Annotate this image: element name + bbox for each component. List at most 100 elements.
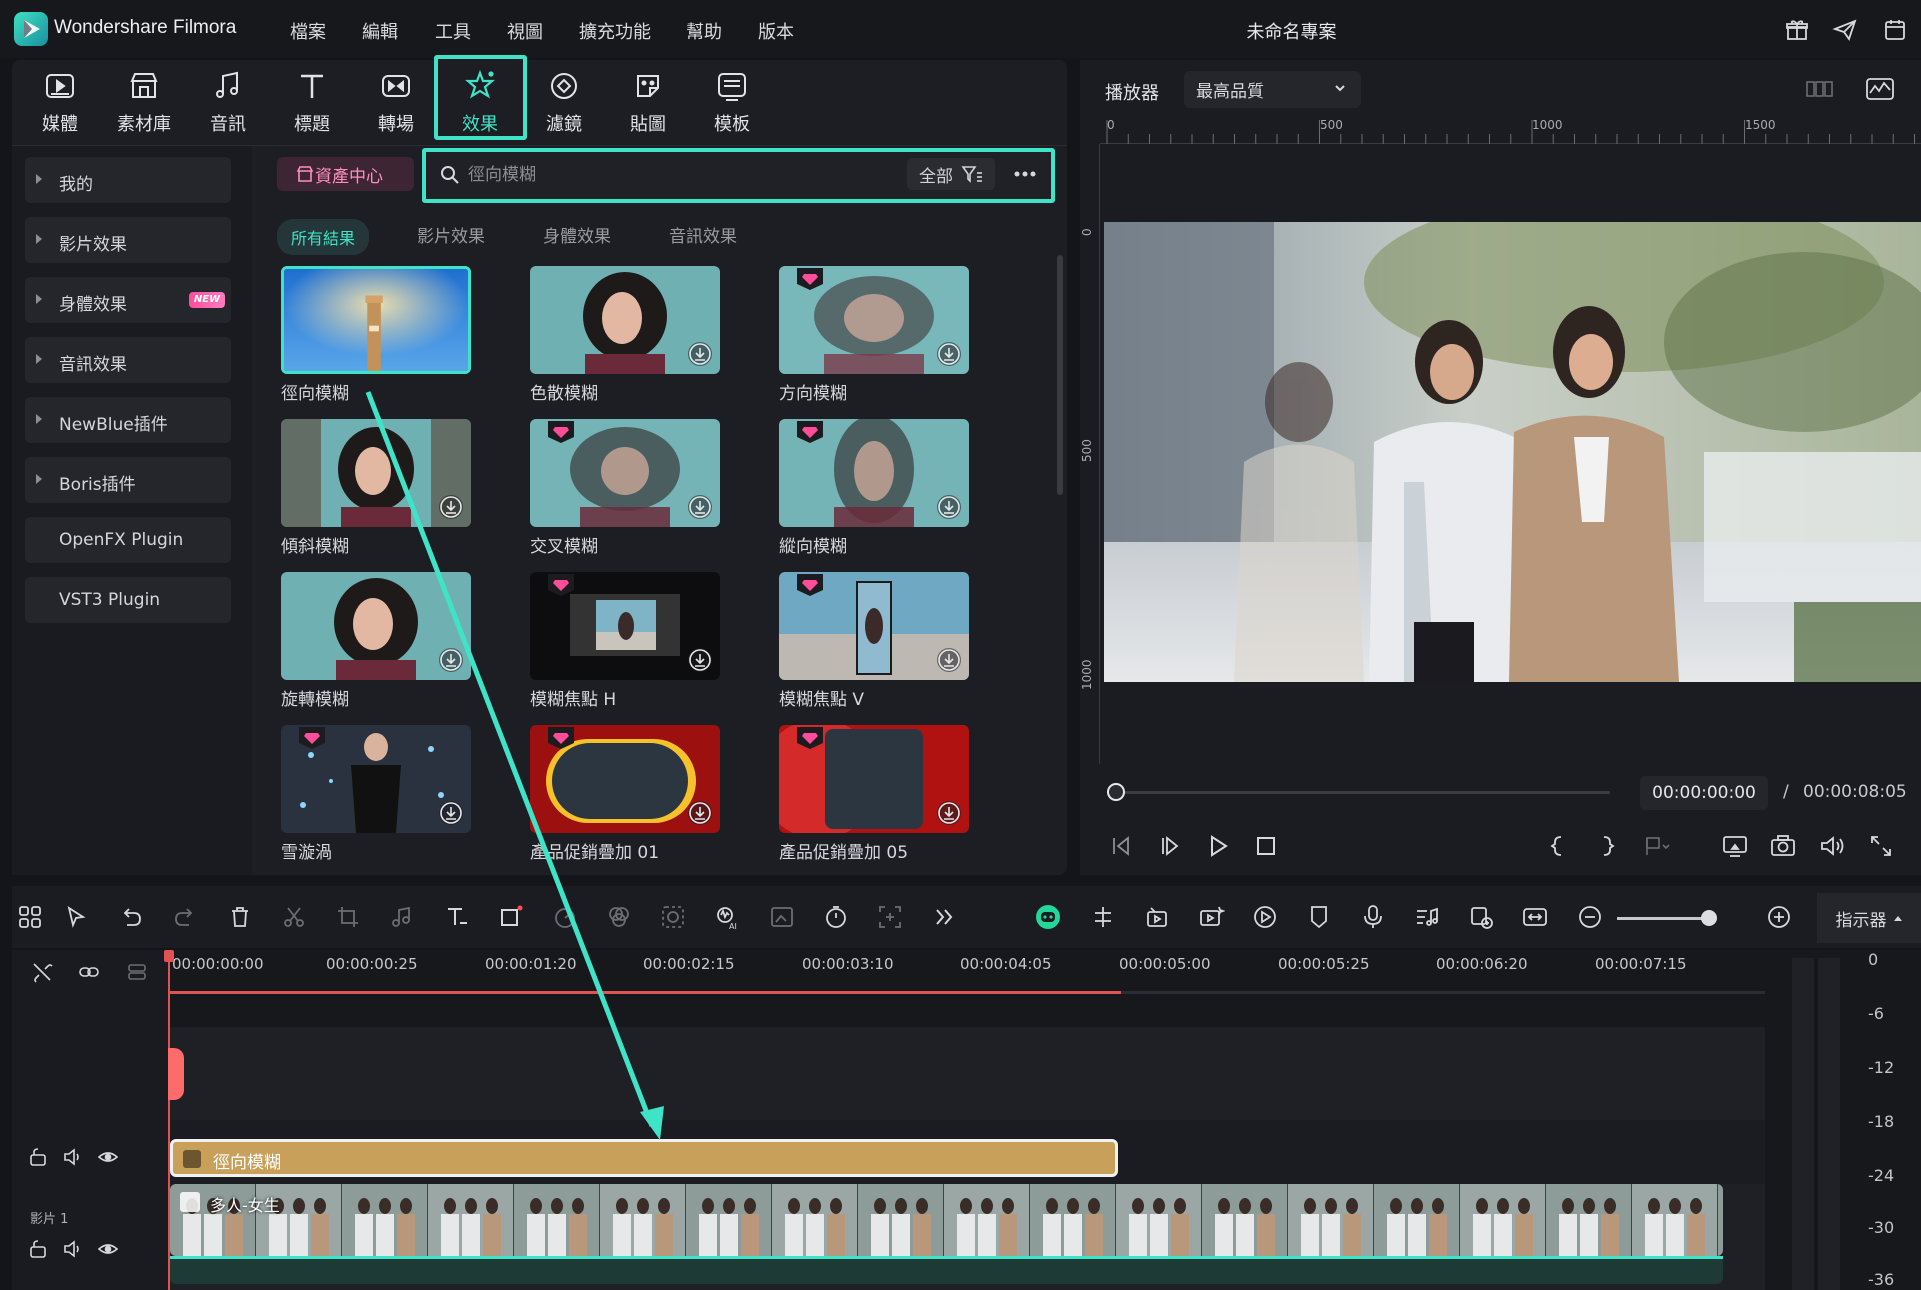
zoom-slider-handle[interactable] — [1701, 910, 1717, 926]
tab-stock[interactable]: 素材庫 — [104, 60, 184, 140]
tab-filters[interactable]: 濾鏡 — [524, 60, 604, 140]
menu-tools[interactable]: 工具 — [435, 18, 471, 44]
filter-button[interactable]: 全部 — [907, 158, 995, 190]
more-options-icon[interactable] — [1010, 159, 1040, 189]
audio-edit-icon[interactable] — [388, 903, 416, 931]
lock-icon[interactable] — [27, 1238, 49, 1260]
playhead-handle[interactable] — [164, 950, 174, 962]
subtab-audio-effects[interactable]: 音訊效果 — [669, 222, 737, 247]
eye-icon[interactable] — [97, 1146, 119, 1168]
zoom-out-icon[interactable] — [1576, 903, 1604, 931]
download-icon[interactable] — [937, 801, 961, 825]
tab-audio[interactable]: 音訊 — [188, 60, 268, 140]
layout-icon[interactable] — [16, 903, 44, 931]
effect-card-directional-blur[interactable] — [779, 266, 969, 374]
indicator-dropdown[interactable]: 指示器 — [1817, 893, 1921, 943]
tab-transitions[interactable]: 轉場 — [356, 60, 436, 140]
track-manager-icon[interactable] — [1467, 903, 1495, 931]
current-timecode[interactable]: 00:00:00:00 — [1640, 776, 1768, 810]
zoom-in-icon[interactable] — [1765, 903, 1793, 931]
menu-view[interactable]: 視圖 — [507, 18, 543, 44]
microphone-icon[interactable] — [1359, 903, 1387, 931]
library-scrollbar[interactable] — [1057, 255, 1063, 495]
menu-edit[interactable]: 編輯 — [362, 18, 398, 44]
snapshot-icon[interactable] — [1768, 831, 1798, 861]
eye-icon[interactable] — [97, 1238, 119, 1260]
download-icon[interactable] — [937, 495, 961, 519]
undo-icon[interactable] — [117, 903, 145, 931]
playhead-tab[interactable] — [168, 1048, 184, 1100]
text-tool-icon[interactable] — [443, 903, 471, 931]
video-clip-audio[interactable] — [170, 1256, 1723, 1284]
audio-mixer-icon[interactable] — [1413, 903, 1441, 931]
effect-card-focus-blur-v[interactable] — [779, 572, 969, 680]
effect-card-vertical-blur[interactable] — [779, 419, 969, 527]
next-frame-icon[interactable] — [1155, 831, 1185, 861]
calendar-icon[interactable] — [1882, 17, 1908, 43]
display-settings-icon[interactable] — [1720, 831, 1750, 861]
grid-view-icon[interactable] — [1805, 76, 1835, 102]
render-preview-icon[interactable] — [1251, 903, 1279, 931]
tab-templates[interactable]: 模板 — [692, 60, 772, 140]
tab-media[interactable]: 媒體 — [20, 60, 100, 140]
effect-card-cross-blur[interactable] — [530, 419, 720, 527]
track-layout-icon[interactable] — [126, 961, 148, 983]
download-icon[interactable] — [688, 648, 712, 672]
send-icon[interactable] — [1832, 17, 1858, 43]
download-icon[interactable] — [688, 495, 712, 519]
effect-card-snow-swirl[interactable] — [281, 725, 471, 833]
menu-file[interactable]: 檔案 — [290, 18, 326, 44]
waveform-monitor-icon[interactable] — [1865, 76, 1895, 102]
sidebar-item-audio-effects[interactable]: 音訊效果 — [25, 337, 231, 383]
subtab-video-effects[interactable]: 影片效果 — [417, 222, 485, 247]
more-tools-icon[interactable] — [930, 903, 958, 931]
sidebar-item-mine[interactable]: 我的 — [25, 157, 231, 203]
effect-clip-radial-blur[interactable]: 徑向模糊 — [170, 1139, 1118, 1177]
color-icon[interactable] — [605, 903, 633, 931]
download-icon[interactable] — [439, 648, 463, 672]
speed-icon[interactable] — [551, 903, 579, 931]
magnet-snap-icon[interactable] — [1089, 903, 1117, 931]
sidebar-item-vst3[interactable]: VST3 Plugin — [25, 577, 231, 623]
video-clip[interactable]: 多人-女生 — [170, 1184, 1723, 1256]
sidebar-item-boris[interactable]: Boris插件 — [25, 457, 231, 503]
mark-in-icon[interactable] — [1543, 831, 1573, 861]
redo-icon[interactable] — [171, 903, 199, 931]
tab-titles[interactable]: 標題 — [272, 60, 352, 140]
effect-card-promo-overlay-01[interactable] — [530, 725, 720, 833]
insert-marker-icon[interactable] — [1641, 831, 1671, 861]
stop-icon[interactable] — [1251, 831, 1281, 861]
sidebar-item-body-effects[interactable]: 身體效果 NEW — [25, 277, 231, 323]
auto-reframe-icon[interactable] — [876, 903, 904, 931]
play-icon[interactable] — [1203, 831, 1233, 861]
download-icon[interactable] — [688, 342, 712, 366]
ai-audio-icon[interactable]: AI — [713, 903, 741, 931]
download-icon[interactable] — [937, 648, 961, 672]
effect-card-focus-blur-h[interactable] — [530, 572, 720, 680]
delete-icon[interactable] — [226, 903, 254, 931]
select-tool-icon[interactable] — [63, 903, 91, 931]
playback-progress-handle[interactable] — [1107, 783, 1125, 801]
menu-help[interactable]: 幫助 — [686, 18, 722, 44]
effect-card-spin-blur[interactable] — [281, 572, 471, 680]
lock-icon[interactable] — [27, 1146, 49, 1168]
sidebar-item-video-effects[interactable]: 影片效果 — [25, 217, 231, 263]
speaker-icon[interactable] — [62, 1238, 84, 1260]
menu-extensions[interactable]: 擴充功能 — [579, 18, 651, 44]
asset-center-button[interactable]: 資產中心 — [277, 157, 414, 191]
unlink-icon[interactable] — [31, 961, 53, 983]
crop-icon[interactable] — [334, 903, 362, 931]
download-icon[interactable] — [688, 801, 712, 825]
playhead[interactable] — [168, 950, 170, 1290]
mask-icon[interactable] — [659, 903, 687, 931]
mark-out-icon[interactable] — [1592, 831, 1622, 861]
menu-version[interactable]: 版本 — [758, 18, 794, 44]
effect-card-radial-blur[interactable] — [281, 266, 471, 374]
download-icon[interactable] — [937, 342, 961, 366]
speaker-icon[interactable] — [62, 1146, 84, 1168]
subtab-all-results[interactable]: 所有結果 — [277, 219, 370, 255]
ai-video-icon[interactable] — [1197, 903, 1226, 931]
sidebar-item-openfx[interactable]: OpenFX Plugin — [25, 517, 231, 563]
auto-highlight-icon[interactable] — [1143, 903, 1171, 931]
fit-timeline-icon[interactable] — [1521, 903, 1549, 931]
